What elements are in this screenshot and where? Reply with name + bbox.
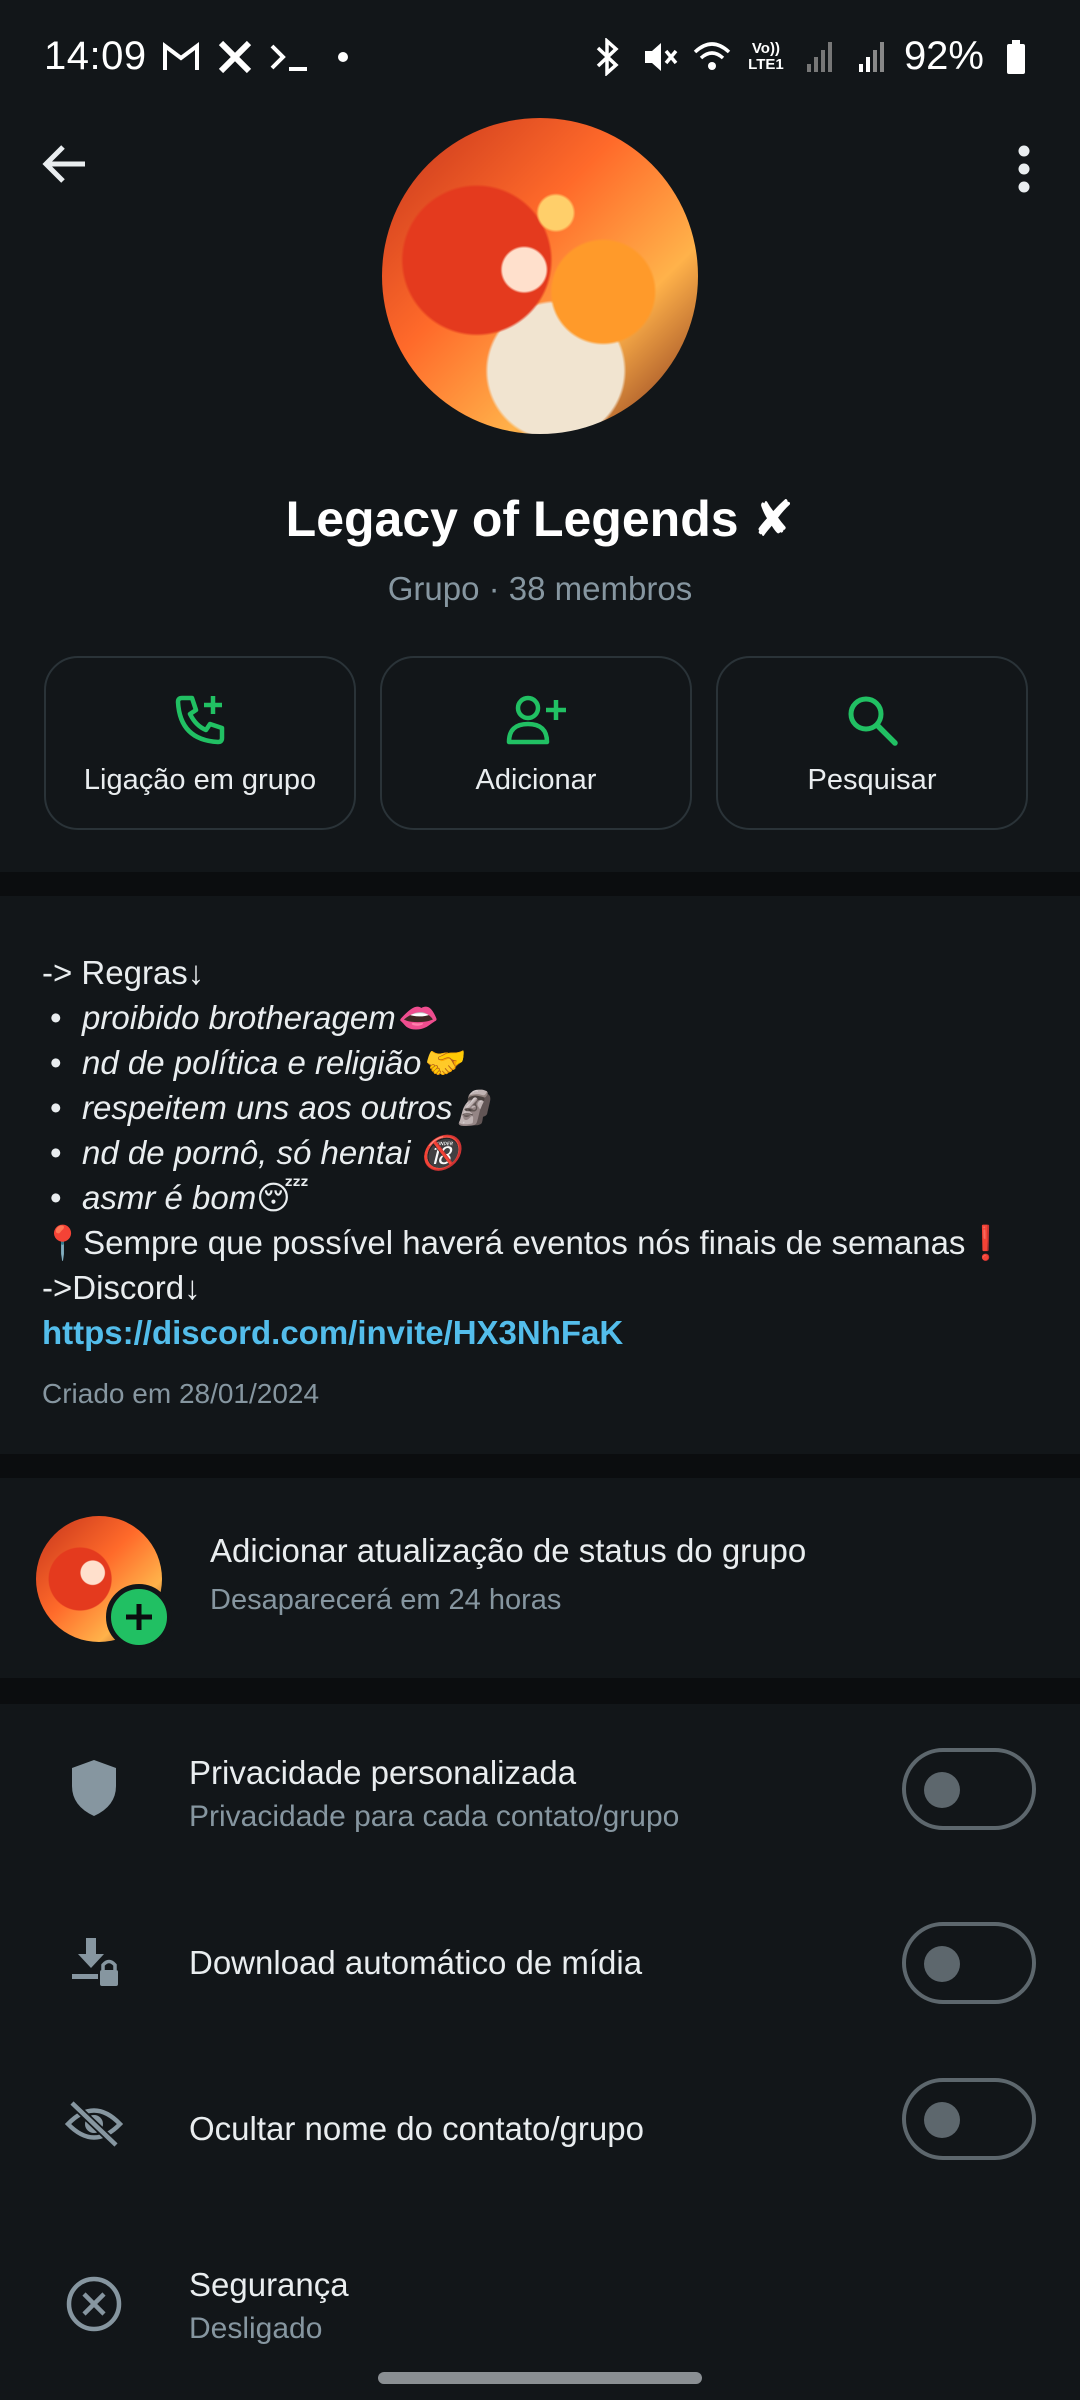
group-call-button[interactable]: Ligação em grupo	[44, 656, 356, 830]
description-line: ->Discord↓	[42, 1269, 201, 1306]
terminal-icon	[269, 37, 309, 77]
home-indicator[interactable]	[378, 2372, 702, 2384]
description-line: 📍Sempre que possível haverá eventos nós …	[42, 1224, 1007, 1261]
battery-level: 92%	[903, 34, 984, 78]
arrow-back-icon	[42, 145, 85, 183]
battery-icon	[996, 37, 1036, 77]
plus-icon	[126, 1604, 152, 1630]
action-buttons: Ligação em grupo Adicionar Pesquisar	[44, 656, 1028, 830]
group-name: Legacy of Legends ✘	[285, 491, 795, 547]
rule-item: nd de pornô, só hentai 🔞	[42, 1130, 1042, 1175]
status-update-subtitle: Desaparecerá em 24 horas	[210, 1584, 562, 1616]
toggle-knob	[924, 1946, 960, 1982]
download-lock-icon	[62, 1930, 126, 1994]
media-auto-download-toggle[interactable]	[902, 1922, 1036, 2004]
volte-label: Vo)) LTE1	[748, 39, 784, 73]
rule-item: asmr é bom😴	[42, 1175, 1042, 1220]
custom-privacy-item[interactable]: Privacidade personalizada Privacidade pa…	[0, 1704, 1080, 1878]
toggle-knob	[924, 1772, 960, 1808]
gmail-icon	[161, 37, 201, 77]
more-options-button[interactable]	[1004, 134, 1044, 204]
status-time: 14:09	[44, 34, 147, 78]
created-date: Criado em 28/01/2024	[42, 1378, 320, 1409]
dot-icon	[323, 37, 363, 77]
group-info-screen: 14:09 Vo)) LTE1 92% Legacy of Legends ✘ …	[0, 0, 1080, 2400]
description-body: -> Regras↓ proibido brotheragem👄 nd de p…	[42, 950, 1042, 1355]
add-status-badge	[106, 1584, 172, 1650]
back-button[interactable]	[34, 134, 94, 194]
close-circle-icon	[62, 2272, 126, 2336]
media-auto-download-item[interactable]: Download automático de mídia	[0, 1878, 1080, 2046]
search-label: Pesquisar	[807, 763, 937, 796]
search-icon	[842, 690, 902, 750]
mute-icon	[640, 37, 680, 77]
rule-item: nd de política e religião🤝	[42, 1040, 1042, 1085]
add-call-icon	[170, 690, 230, 750]
discord-link[interactable]: https://discord.com/invite/HX3NhFaK	[42, 1310, 1042, 1355]
status-bar-left: 14:09	[44, 34, 363, 79]
status-update-title: Adicionar atualização de status do grupo	[210, 1532, 807, 1569]
custom-privacy-toggle[interactable]	[902, 1748, 1036, 1830]
wifi-icon	[692, 37, 732, 77]
shield-icon	[62, 1756, 126, 1820]
settings-list: Privacidade personalizada Privacidade pa…	[0, 1704, 1080, 2400]
group-status-update[interactable]: Adicionar atualização de status do grupo…	[0, 1478, 1080, 1678]
description-line: -> Regras↓	[42, 954, 205, 991]
group-description[interactable]: -> Regras↓ proibido brotheragem👄 nd de p…	[0, 896, 1080, 1454]
group-call-label: Ligação em grupo	[83, 763, 317, 796]
status-bar: 14:09 Vo)) LTE1 92%	[0, 0, 1080, 88]
group-subtitle: Grupo · 38 membros	[387, 570, 693, 607]
setting-title: Ocultar nome do contato/grupo	[189, 2110, 644, 2147]
bluetooth-icon	[588, 37, 628, 77]
signal-icon	[800, 37, 840, 77]
setting-subtitle: Privacidade para cada contato/grupo	[189, 1800, 680, 1833]
signal-icon	[852, 37, 892, 77]
more-vert-icon	[1018, 145, 1030, 193]
add-person-icon	[506, 690, 566, 750]
add-member-label: Adicionar	[475, 763, 597, 796]
setting-subtitle: Desligado	[189, 2312, 323, 2345]
rule-item: respeitem uns aos outros🗿	[42, 1085, 1042, 1130]
group-avatar[interactable]	[382, 118, 698, 434]
hide-contact-name-item[interactable]: Ocultar nome do contato/grupo	[0, 2046, 1080, 2214]
rule-item: proibido brotheragem👄	[42, 995, 1042, 1040]
hide-contact-name-toggle[interactable]	[902, 2078, 1036, 2160]
setting-title: Download automático de mídia	[189, 1944, 643, 1981]
add-member-button[interactable]: Adicionar	[380, 656, 692, 830]
eye-off-icon	[62, 2092, 126, 2156]
group-header: Legacy of Legends ✘ Grupo · 38 membros L…	[0, 88, 1080, 872]
volte-icon: Vo)) LTE1	[744, 37, 788, 77]
x-icon	[215, 37, 255, 77]
status-bar-right: Vo)) LTE1 92%	[588, 34, 1036, 79]
setting-title: Segurança	[189, 2266, 349, 2303]
setting-title: Privacidade personalizada	[189, 1754, 577, 1791]
toggle-knob	[924, 2102, 960, 2138]
search-button[interactable]: Pesquisar	[716, 656, 1028, 830]
